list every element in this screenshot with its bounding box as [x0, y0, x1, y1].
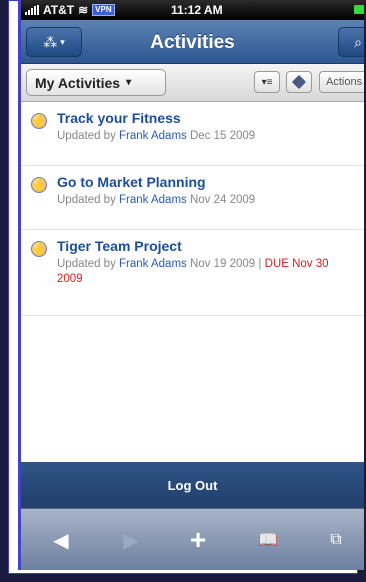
list-item[interactable]: ⚡ Track your Fitness Updated by Frank Ad… [21, 102, 364, 166]
pages-icon: ⧉ [330, 531, 342, 548]
filter-label: My Activities [35, 74, 121, 91]
sort-icon: ▾≡ [261, 76, 273, 88]
status-left: AT&T ≋ VPN [25, 3, 115, 17]
sort-button[interactable]: ▾≡ [254, 71, 280, 93]
forward-button[interactable]: ▶ [116, 527, 146, 553]
activity-title[interactable]: Tiger Team Project [57, 238, 354, 254]
updated-prefix: Updated by [57, 130, 116, 142]
activity-title[interactable]: Track your Fitness [57, 110, 354, 126]
search-button[interactable]: ⌕ [338, 27, 364, 57]
user-link[interactable]: Frank Adams [119, 130, 187, 142]
back-arrow-icon: ◀ [53, 529, 69, 552]
search-icon: ⌕ [354, 33, 362, 50]
browser-toolbar: ◀ ▶ + 📖 ⧉ [21, 508, 364, 570]
activity-icon: ⚡ [31, 113, 47, 129]
vpn-badge: VPN [92, 4, 115, 16]
pages-button[interactable]: ⧉ [321, 527, 351, 553]
logout-button[interactable]: Log Out [21, 462, 364, 508]
activity-filter-dropdown[interactable]: My Activities ▾ [26, 69, 166, 96]
meta-separator: | [258, 258, 262, 270]
updated-date: Nov 19 2009 [189, 258, 256, 270]
battery-icon [354, 5, 364, 14]
tag-icon [291, 74, 307, 90]
add-bookmark-button[interactable]: + [183, 524, 213, 555]
updated-date: Dec 15 2009 [189, 130, 256, 142]
plus-icon: + [189, 524, 207, 555]
activity-list: ⚡ Track your Fitness Updated by Frank Ad… [21, 102, 364, 316]
user-link[interactable]: Frank Adams [119, 194, 187, 206]
forward-arrow-icon: ▶ [123, 529, 139, 552]
actions-label: Actions [326, 76, 363, 88]
updated-prefix: Updated by [57, 258, 116, 270]
user-link[interactable]: Frank Adams [119, 258, 187, 270]
list-item[interactable]: ⚡ Go to Market Planning Updated by Frank… [21, 166, 364, 230]
signal-icon [25, 5, 39, 15]
book-icon: 📖 [258, 532, 278, 549]
device-frame: AT&T ≋ VPN 11:12 AM ⁂ ▾ Activities ⌕ My … [0, 0, 366, 582]
back-button[interactable]: ◀ [46, 527, 76, 553]
page-title: Activities [150, 32, 235, 53]
updated-prefix: Updated by [57, 194, 116, 206]
chevron-down-icon: ▾ [126, 77, 132, 88]
nav-bar: ⁂ ▾ Activities ⌕ [21, 20, 364, 64]
carrier-label: AT&T [43, 3, 75, 17]
screen: AT&T ≋ VPN 11:12 AM ⁂ ▾ Activities ⌕ My … [18, 0, 364, 570]
activity-icon: ⚡ [31, 241, 47, 257]
updated-date: Nov 24 2009 [189, 194, 256, 206]
activity-icon: ⚡ [31, 177, 47, 193]
activity-meta: Updated by Frank Adams Nov 19 2009 | DUE… [57, 257, 354, 287]
status-bar: AT&T ≋ VPN 11:12 AM [21, 0, 364, 20]
wifi-icon: ≋ [78, 3, 89, 17]
tag-button[interactable] [286, 71, 312, 93]
logout-label: Log Out [167, 477, 218, 493]
activity-meta: Updated by Frank Adams Dec 15 2009 [57, 129, 354, 144]
bookmarks-button[interactable]: 📖 [253, 527, 283, 553]
list-item[interactable]: ⚡ Tiger Team Project Updated by Frank Ad… [21, 230, 364, 316]
activity-title[interactable]: Go to Market Planning [57, 174, 354, 190]
actions-button[interactable]: Actions ▾ [319, 71, 364, 93]
activity-meta: Updated by Frank Adams Nov 24 2009 [57, 193, 354, 208]
filter-toolbar: My Activities ▾ ▾≡ Actions ▾ [21, 64, 364, 102]
status-time: 11:12 AM [171, 3, 223, 17]
